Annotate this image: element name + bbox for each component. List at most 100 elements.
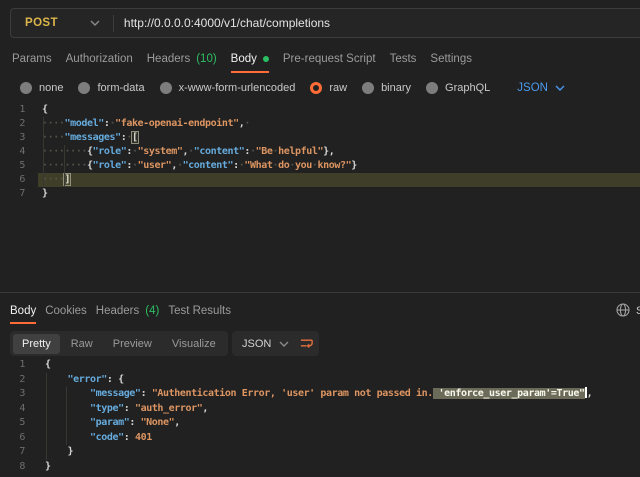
code-content: "error": { bbox=[38, 373, 640, 388]
code-content: ········{"role":·"system",·"content":·"B… bbox=[38, 145, 640, 159]
radio-icon bbox=[426, 82, 438, 94]
tab-label: Cookies bbox=[45, 305, 87, 317]
body-type-form-data[interactable]: form-data bbox=[78, 82, 144, 94]
code-content: "code": 401 bbox=[38, 431, 640, 446]
code-line-4[interactable]: 4········{"role":·"system",·"content":·"… bbox=[0, 145, 640, 159]
body-type-binary[interactable]: binary bbox=[362, 82, 411, 94]
tab-label: Headers bbox=[96, 305, 139, 317]
chevron-down-icon bbox=[90, 20, 100, 26]
radio-icon bbox=[362, 82, 374, 94]
section-divider bbox=[0, 292, 640, 293]
code-line-8[interactable]: 8} bbox=[0, 460, 640, 475]
request-tabs: Params Authorization Headers(10) Body Pre-re… bbox=[12, 49, 472, 69]
body-type-graphql[interactable]: GraphQL bbox=[426, 82, 490, 94]
line-number: 3 bbox=[0, 387, 38, 402]
response-language-dropdown[interactable]: JSON bbox=[232, 331, 299, 356]
body-type-raw[interactable]: raw bbox=[310, 82, 347, 94]
url-input[interactable]: http://0.0.0.0:4000/v1/chat/completions bbox=[124, 16, 330, 30]
line-number: 6 bbox=[0, 431, 38, 446]
unsaved-changes-dot-icon bbox=[263, 56, 269, 62]
radio-label: GraphQL bbox=[445, 82, 490, 94]
tab-count-badge: (4) bbox=[145, 305, 159, 317]
radio-label: raw bbox=[329, 82, 347, 94]
indent-guide bbox=[43, 117, 44, 187]
radio-icon bbox=[20, 82, 32, 94]
status-fragment: St bbox=[636, 305, 640, 317]
code-content: } bbox=[38, 460, 640, 475]
code-line-5[interactable]: 5 "param": "None", bbox=[0, 416, 640, 431]
code-content: { bbox=[38, 358, 640, 373]
line-number: 6 bbox=[0, 173, 38, 187]
code-content: { bbox=[38, 103, 640, 117]
tab-headers[interactable]: Headers(10) bbox=[147, 53, 217, 65]
radio-label: x-www-form-urlencoded bbox=[179, 82, 296, 94]
response-body-editor[interactable]: 1{2 "error": {3 "message": "Authenticati… bbox=[0, 358, 640, 474]
view-raw[interactable]: Raw bbox=[62, 334, 102, 354]
radio-label: form-data bbox=[97, 82, 144, 94]
wrap-text-button[interactable] bbox=[294, 331, 319, 356]
divider bbox=[113, 15, 114, 32]
code-line-2[interactable]: 2 "error": { bbox=[0, 373, 640, 388]
chevron-down-icon bbox=[555, 85, 565, 91]
tab-label: Pre-request Script bbox=[283, 53, 376, 65]
tab-settings[interactable]: Settings bbox=[430, 53, 472, 65]
line-number: 1 bbox=[0, 358, 38, 373]
response-view-switcher: PrettyRawPreviewVisualize bbox=[10, 331, 228, 356]
radio-icon bbox=[160, 82, 172, 94]
line-number: 5 bbox=[0, 416, 38, 431]
view-pretty[interactable]: Pretty bbox=[13, 334, 60, 354]
bracket-match: [ bbox=[132, 132, 138, 143]
code-line-6[interactable]: 6 "code": 401 bbox=[0, 431, 640, 446]
tab-label: Tests bbox=[390, 53, 417, 65]
code-line-6[interactable]: 6····] bbox=[0, 173, 640, 187]
code-line-1[interactable]: 1{ bbox=[0, 358, 640, 373]
indent-guide bbox=[64, 145, 65, 187]
line-number: 8 bbox=[0, 460, 38, 475]
code-line-3[interactable]: 3····"messages":·[ bbox=[0, 131, 640, 145]
body-type-x-www-form-urlencoded[interactable]: x-www-form-urlencoded bbox=[160, 82, 296, 94]
active-tab-underline bbox=[231, 71, 269, 73]
response-tabs: Body Cookies Headers (4) Test Results bbox=[10, 302, 231, 320]
radio-label: none bbox=[39, 82, 63, 94]
request-body-editor[interactable]: 1{2····"model":·"fake-openai-endpoint",·… bbox=[0, 103, 640, 201]
tab-body[interactable]: Body bbox=[231, 53, 269, 65]
tab-params[interactable]: Params bbox=[12, 53, 52, 65]
response-tab-headers[interactable]: Headers (4) bbox=[96, 305, 160, 317]
code-line-7[interactable]: 7 } bbox=[0, 445, 640, 460]
line-number: 7 bbox=[0, 187, 38, 201]
tab-authorization[interactable]: Authorization bbox=[66, 53, 133, 65]
code-line-5[interactable]: 5········{"role":·"user",·"content":·"Wh… bbox=[0, 159, 640, 173]
code-content: "message": "Authentication Error, 'user'… bbox=[38, 387, 640, 402]
active-tab-underline bbox=[10, 322, 36, 324]
code-line-1[interactable]: 1{ bbox=[0, 103, 640, 117]
view-preview[interactable]: Preview bbox=[104, 334, 161, 354]
globe-icon bbox=[616, 303, 630, 317]
tab-pre-request-script[interactable]: Pre-request Script bbox=[283, 53, 376, 65]
response-tab-body[interactable]: Body bbox=[10, 305, 36, 317]
code-line-3[interactable]: 3 "message": "Authentication Error, 'use… bbox=[0, 387, 640, 402]
method-selector[interactable]: POST bbox=[11, 17, 100, 29]
line-number: 2 bbox=[0, 117, 38, 131]
code-content: ····"model":·"fake-openai-endpoint",· bbox=[38, 117, 640, 131]
code-content: ····"messages":·[ bbox=[38, 131, 640, 145]
tab-label: Test Results bbox=[168, 305, 231, 317]
response-tab-test-results[interactable]: Test Results bbox=[168, 305, 231, 317]
body-type-none[interactable]: none bbox=[20, 82, 63, 94]
language-selector[interactable]: JSON bbox=[517, 82, 565, 94]
code-line-7[interactable]: 7} bbox=[0, 187, 640, 201]
bracket-match: ] bbox=[64, 174, 70, 185]
view-visualize[interactable]: Visualize bbox=[163, 334, 225, 354]
method-label: POST bbox=[25, 17, 58, 29]
wrap-text-icon bbox=[299, 336, 314, 351]
line-number: 1 bbox=[0, 103, 38, 117]
code-content: "param": "None", bbox=[38, 416, 640, 431]
code-line-4[interactable]: 4 "type": "auth_error", bbox=[0, 402, 640, 417]
response-tab-cookies[interactable]: Cookies bbox=[45, 305, 87, 317]
tab-tests[interactable]: Tests bbox=[390, 53, 417, 65]
selected-text: 'enforce_user_param'=True" bbox=[433, 388, 585, 399]
radio-label: binary bbox=[381, 82, 411, 94]
body-type-row: none form-data x-www-form-urlencoded raw bin… bbox=[20, 78, 565, 98]
code-line-2[interactable]: 2····"model":·"fake-openai-endpoint",· bbox=[0, 117, 640, 131]
line-number: 7 bbox=[0, 445, 38, 460]
code-content: } bbox=[38, 445, 640, 460]
